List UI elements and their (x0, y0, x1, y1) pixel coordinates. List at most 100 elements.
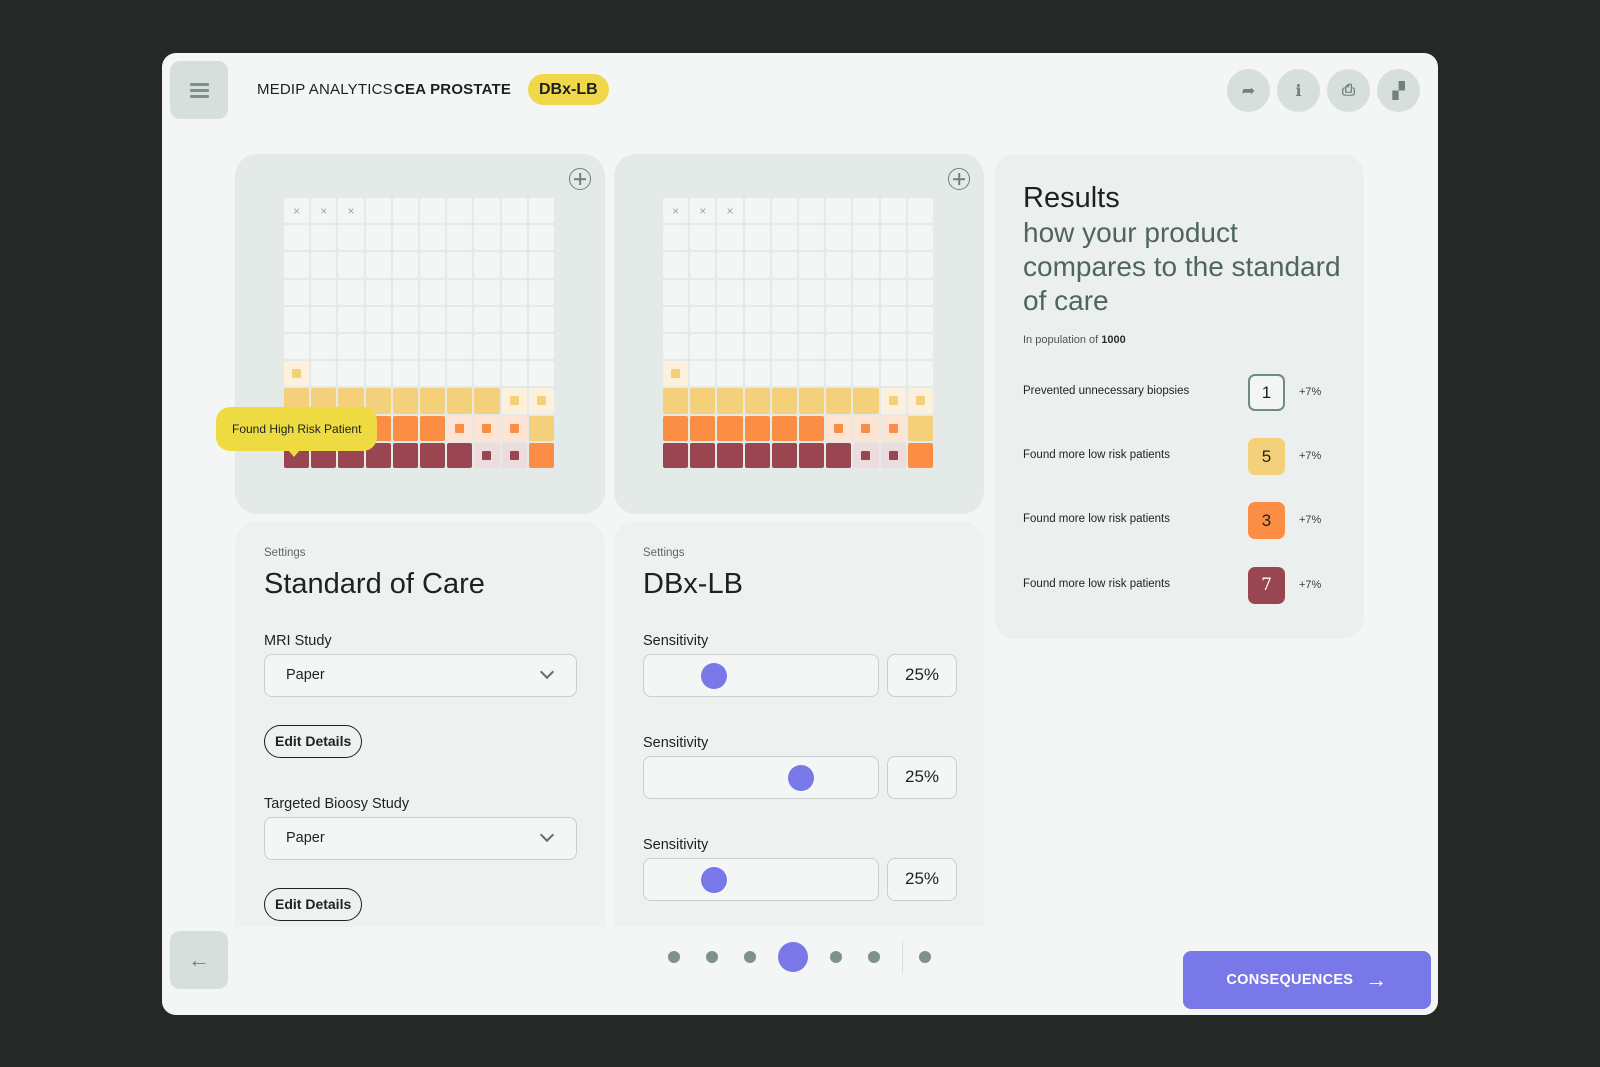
empty-cell[interactable] (474, 279, 500, 305)
empty-cell[interactable] (528, 225, 554, 251)
low-risk-cell[interactable] (744, 388, 770, 414)
empty-cell[interactable] (880, 252, 906, 278)
empty-cell[interactable] (880, 225, 906, 251)
empty-cell[interactable] (826, 225, 852, 251)
edit-details-button[interactable]: Edit Details (264, 888, 363, 921)
low-risk-marker-cell[interactable] (501, 388, 527, 414)
high-risk-cell[interactable] (798, 442, 825, 468)
high-risk-marker-cell[interactable] (880, 442, 906, 468)
empty-cell[interactable] (311, 361, 337, 387)
empty-cell[interactable] (365, 306, 391, 332)
empty-cell[interactable] (826, 198, 852, 224)
empty-cell[interactable] (392, 361, 418, 387)
empty-cell[interactable] (826, 333, 852, 360)
empty-cell[interactable] (447, 333, 473, 360)
print-button[interactable]: ⎙ (1327, 69, 1370, 112)
low-risk-cell[interactable] (907, 415, 933, 441)
empty-cell[interactable] (771, 361, 797, 387)
empty-cell[interactable] (474, 306, 500, 332)
empty-cell[interactable] (338, 225, 364, 251)
empty-cell[interactable] (717, 279, 743, 305)
slider-thumb[interactable] (701, 663, 728, 689)
high-risk-cell[interactable] (419, 442, 446, 468)
medium-risk-cell[interactable] (392, 415, 418, 441)
empty-cell[interactable] (365, 333, 391, 360)
empty-cell[interactable] (392, 252, 418, 278)
high-risk-cell[interactable] (447, 442, 473, 468)
empty-cell[interactable] (907, 306, 933, 332)
high-risk-marker-cell[interactable] (474, 442, 500, 468)
medium-risk-cell[interactable] (717, 415, 743, 441)
excluded-cell[interactable]: × (311, 198, 337, 224)
empty-cell[interactable] (880, 279, 906, 305)
slider-thumb[interactable] (787, 765, 814, 791)
low-risk-marker-cell[interactable] (663, 361, 689, 387)
empty-cell[interactable] (907, 198, 933, 224)
medium-risk-cell[interactable] (690, 415, 716, 441)
high-risk-cell[interactable] (826, 442, 852, 468)
medium-risk-cell[interactable] (798, 415, 825, 441)
high-risk-marker-cell[interactable] (853, 442, 879, 468)
empty-cell[interactable] (528, 198, 554, 224)
empty-cell[interactable] (880, 306, 906, 332)
medium-risk-marker-cell[interactable] (501, 415, 527, 441)
empty-cell[interactable] (284, 225, 310, 251)
high-risk-cell[interactable] (771, 442, 797, 468)
empty-cell[interactable] (907, 361, 933, 387)
empty-cell[interactable] (880, 198, 906, 224)
empty-cell[interactable] (771, 306, 797, 332)
empty-cell[interactable] (447, 279, 473, 305)
empty-cell[interactable] (798, 252, 825, 278)
medium-risk-marker-cell[interactable] (880, 415, 906, 441)
empty-cell[interactable] (419, 225, 446, 251)
breadcrumb-app[interactable]: MEDIP ANALYTICS (257, 81, 393, 98)
empty-cell[interactable] (717, 361, 743, 387)
empty-cell[interactable] (663, 225, 689, 251)
excluded-cell[interactable]: × (338, 198, 364, 224)
empty-cell[interactable] (853, 361, 879, 387)
low-risk-cell[interactable] (528, 415, 554, 441)
medium-risk-cell[interactable] (528, 442, 554, 468)
back-button[interactable]: ← (170, 931, 228, 989)
pager-dot[interactable] (830, 951, 842, 963)
empty-cell[interactable] (419, 252, 446, 278)
empty-cell[interactable] (826, 306, 852, 332)
empty-cell[interactable] (771, 279, 797, 305)
empty-cell[interactable] (798, 198, 825, 224)
empty-cell[interactable] (284, 279, 310, 305)
high-risk-marker-cell[interactable] (501, 442, 527, 468)
empty-cell[interactable] (717, 252, 743, 278)
empty-cell[interactable] (907, 279, 933, 305)
low-risk-marker-cell[interactable] (880, 388, 906, 414)
empty-cell[interactable] (311, 306, 337, 332)
empty-cell[interactable] (392, 225, 418, 251)
low-risk-cell[interactable] (663, 388, 689, 414)
empty-cell[interactable] (690, 306, 716, 332)
empty-cell[interactable] (744, 333, 770, 360)
info-button[interactable]: i (1277, 69, 1320, 112)
empty-cell[interactable] (528, 252, 554, 278)
empty-cell[interactable] (365, 198, 391, 224)
edit-details-button[interactable]: Edit Details (264, 725, 363, 758)
empty-cell[interactable] (501, 361, 527, 387)
high-risk-cell[interactable] (690, 442, 716, 468)
empty-cell[interactable] (907, 225, 933, 251)
empty-cell[interactable] (663, 333, 689, 360)
slider-thumb[interactable] (701, 867, 728, 893)
empty-cell[interactable] (419, 306, 446, 332)
empty-cell[interactable] (284, 306, 310, 332)
empty-cell[interactable] (717, 333, 743, 360)
sensitivity-slider[interactable] (643, 654, 879, 697)
pager-dot[interactable] (668, 951, 680, 963)
empty-cell[interactable] (853, 333, 879, 360)
sensitivity-slider[interactable] (643, 858, 879, 901)
sensitivity-value[interactable]: 25% (887, 858, 957, 901)
empty-cell[interactable] (853, 225, 879, 251)
empty-cell[interactable] (447, 198, 473, 224)
excluded-cell[interactable]: × (284, 198, 310, 224)
empty-cell[interactable] (284, 252, 310, 278)
empty-cell[interactable] (690, 361, 716, 387)
low-risk-cell[interactable] (447, 388, 473, 414)
medium-risk-cell[interactable] (771, 415, 797, 441)
empty-cell[interactable] (798, 333, 825, 360)
